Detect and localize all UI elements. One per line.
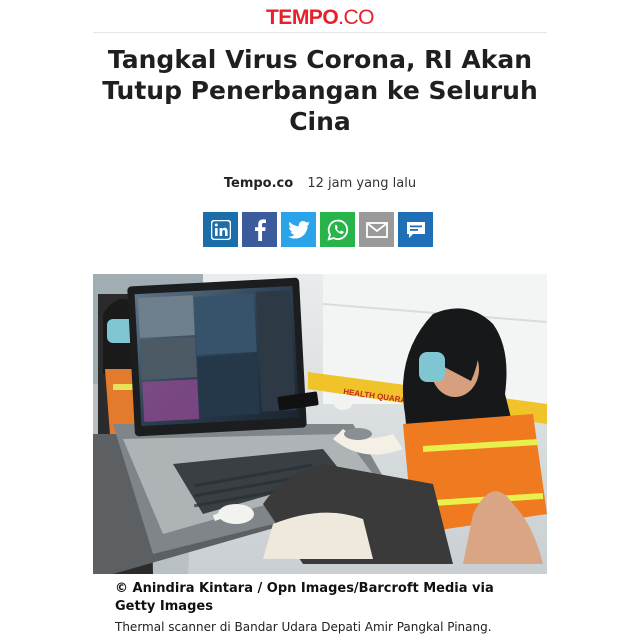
comment-icon (406, 221, 425, 238)
share-bar (203, 212, 433, 247)
logo-tld: .CO (338, 6, 374, 29)
photo-credit: © Anindira Kintara / Opn Images/Barcroft… (115, 581, 494, 614)
logo-brand: TEMPO (265, 6, 339, 29)
email-icon (365, 221, 388, 238)
article-photo[interactable]: HEALTH QUARANTINE (93, 274, 547, 574)
article-timestamp: 12 jam yang lalu (307, 176, 417, 191)
article-source[interactable]: Tempo.co (224, 176, 293, 191)
linkedin-icon (210, 219, 231, 240)
photo-caption: Thermal scanner di Bandar Udara Depati A… (115, 620, 492, 634)
share-whatsapp-button[interactable] (320, 212, 355, 247)
share-facebook-button[interactable] (242, 212, 277, 247)
facebook-icon (254, 218, 266, 241)
byline: Tempo.co 12 jam yang lalu (93, 176, 547, 191)
whatsapp-icon (326, 219, 348, 241)
share-linkedin-button[interactable] (203, 212, 238, 247)
share-comment-button[interactable] (398, 212, 433, 247)
thermal-scanner-photo: HEALTH QUARANTINE (93, 274, 547, 574)
share-twitter-button[interactable] (281, 212, 316, 247)
article-panel: TEMPO.CO Tangkal Virus Corona, RI Akan T… (93, 0, 547, 640)
header-divider (93, 32, 547, 33)
share-email-button[interactable] (359, 212, 394, 247)
twitter-icon (287, 220, 310, 239)
article-title: Tangkal Virus Corona, RI Akan Tutup Pene… (102, 45, 538, 136)
site-logo[interactable]: TEMPO.CO (93, 6, 547, 30)
